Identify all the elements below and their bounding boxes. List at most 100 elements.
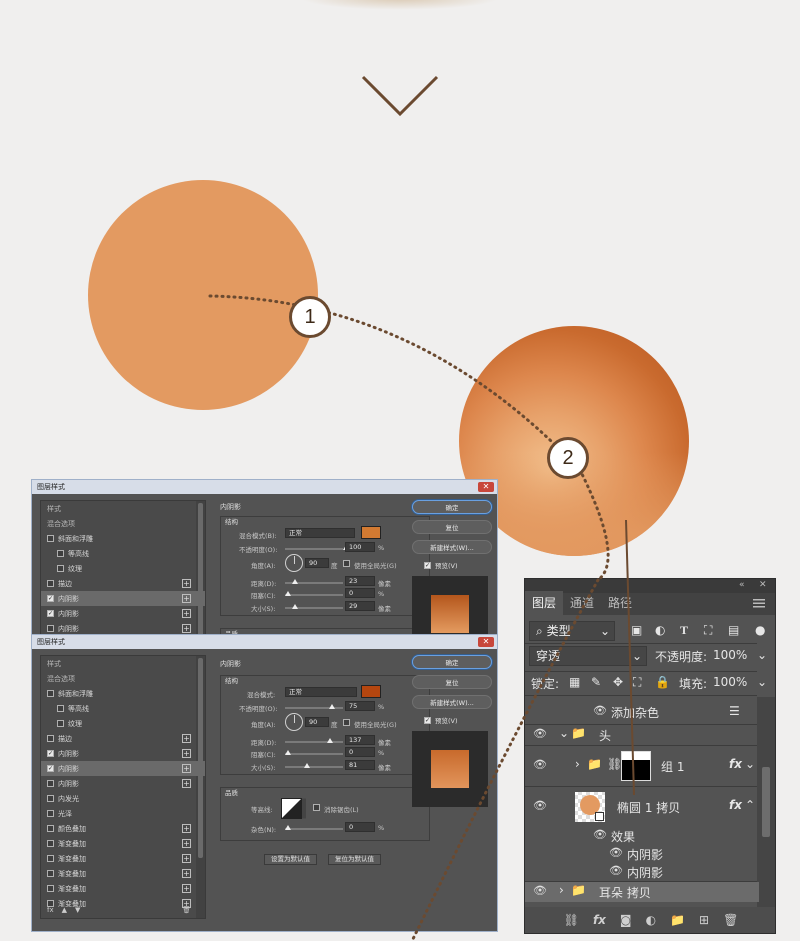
style-item[interactable]: 等高线 [41,546,205,561]
style-item[interactable]: 渐变叠加 + [41,851,205,866]
style-checkbox[interactable] [47,810,54,817]
style-item[interactable]: 斜面和浮雕 [41,686,205,701]
close-icon[interactable]: ✕ [478,482,494,492]
chevron-down-icon[interactable]: ⌄ [757,648,767,662]
ok-button[interactable]: 确定 [412,500,492,514]
mask-thumbnail[interactable] [621,751,651,781]
chevron-right-icon[interactable]: › [559,883,564,897]
layer-group-1[interactable]: 👁 › 📁 ⛓ 组 1 fx ⌄ [525,746,775,786]
style-checkbox[interactable] [47,690,54,697]
antialias-checkbox[interactable] [313,804,320,811]
tab-layers[interactable]: 图层 [525,591,564,615]
smart-object-filter-icon[interactable]: ▤ [728,623,739,637]
style-checkbox[interactable] [57,565,64,572]
new-layer-icon[interactable]: ⊞ [699,913,709,927]
text-filter-icon[interactable]: T [680,623,688,638]
eye-icon[interactable]: 👁 [533,758,547,771]
opacity-value[interactable]: 100 [345,542,375,552]
style-checkbox[interactable] [47,735,54,742]
eye-icon[interactable]: 👁 [533,884,547,897]
image-filter-icon[interactable]: ▣ [631,623,642,637]
angle-dial[interactable] [285,713,303,731]
size-slider[interactable] [285,604,343,609]
style-checkbox[interactable]: ✓ [47,595,54,602]
set-default-button[interactable]: 设置为默认值 [264,854,317,865]
lock-all-icon[interactable]: 🔒 [655,675,670,689]
link-layers-icon[interactable]: ⛓ [564,913,579,927]
trash-icon[interactable]: 🗑 [182,906,191,914]
filter-toggle[interactable]: ● [755,623,765,637]
shadow-color-swatch[interactable] [361,685,381,698]
move-up-icon[interactable]: ▲ [62,906,67,914]
lock-artboard-icon[interactable]: ⛶ [633,675,641,690]
layer-add-noise[interactable]: 👁 添加杂色 ☰ [525,702,775,724]
chevron-right-icon[interactable]: › [575,757,580,771]
close-icon[interactable]: ✕ [478,637,494,647]
tab-channels[interactable]: 通道 [563,594,601,615]
style-item[interactable]: 等高线 [41,701,205,716]
size-slider[interactable] [285,763,343,768]
style-checkbox[interactable] [57,720,64,727]
style-item[interactable]: 样式 [41,656,205,671]
contour-picker[interactable] [281,798,307,820]
reset-button[interactable]: 复位 [412,675,492,689]
style-item[interactable]: 渐变叠加 + [41,881,205,896]
preview-toggle[interactable]: ✓ 预览(V) [412,715,492,725]
move-down-icon[interactable]: ▼ [75,906,80,914]
reset-default-button[interactable]: 复位为默认值 [328,854,381,865]
style-checkbox[interactable]: ✓ [47,610,54,617]
tab-paths[interactable]: 路径 [601,594,639,615]
new-style-button[interactable]: 新建样式(W)... [412,695,492,709]
style-checkbox[interactable] [57,550,64,557]
style-checkbox[interactable] [47,885,54,892]
opacity-slider[interactable] [285,704,343,709]
new-group-icon[interactable]: 📁 [670,913,685,927]
add-effect-icon[interactable]: + [182,779,191,788]
add-effect-icon[interactable]: + [182,579,191,588]
add-effect-icon[interactable]: + [182,869,191,878]
style-item[interactable]: 斜面和浮雕 [41,531,205,546]
style-item[interactable]: 渐变叠加 + [41,866,205,881]
style-checkbox[interactable] [57,705,64,712]
style-item[interactable]: 描边 + [41,576,205,591]
style-item[interactable]: 渐变叠加 + [41,836,205,851]
blend-mode-select[interactable]: 穿透 ⌄ [529,646,647,666]
style-checkbox[interactable] [47,625,54,632]
blend-mode-select[interactable]: 正常 [285,687,357,697]
chevron-down-icon[interactable]: ⌄ [559,726,569,740]
style-checkbox[interactable] [47,580,54,587]
style-item[interactable]: ✓ 内阴影 + [41,606,205,621]
style-checkbox[interactable]: ✓ [47,765,54,772]
style-item[interactable]: 内阴影 + [41,776,205,791]
trash-icon[interactable]: 🗑 [723,913,738,927]
add-effect-icon[interactable]: + [182,764,191,773]
add-effect-icon[interactable]: + [182,749,191,758]
opacity-value[interactable]: 100% [713,648,747,662]
style-item[interactable]: 光泽 [41,806,205,821]
panel-menu-icon[interactable] [753,599,765,608]
blend-mode-select[interactable]: 正常 [285,528,355,538]
eye-icon[interactable]: 👁 [593,828,607,841]
eye-icon[interactable]: 👁 [533,799,547,812]
distance-value[interactable]: 23 [345,576,375,586]
fx-icon[interactable]: fx [47,906,54,914]
add-effect-icon[interactable]: + [182,839,191,848]
layer-thumbnail[interactable] [575,792,605,822]
eye-icon[interactable]: 👁 [593,704,607,717]
eye-icon[interactable]: 👁 [609,846,623,859]
new-adjustment-icon[interactable]: ◐ [646,913,656,927]
distance-slider[interactable] [285,579,343,584]
shadow-color-swatch[interactable] [361,526,381,539]
chevron-up-icon[interactable]: ⌃ [745,798,755,812]
opacity-value[interactable]: 75 [345,701,375,711]
add-effect-icon[interactable]: + [182,594,191,603]
style-item[interactable]: 混合选项 [41,671,205,686]
fx-icon[interactable]: fx [729,798,742,812]
size-value[interactable]: 81 [345,760,375,770]
add-effect-icon[interactable]: + [182,824,191,833]
add-effect-icon[interactable]: + [182,884,191,893]
layer-ellipse-copy[interactable]: 👁 椭圆 1 拷贝 fx ⌃ [525,787,775,827]
style-checkbox[interactable] [47,855,54,862]
style-item[interactable]: 纹理 [41,716,205,731]
chevron-down-icon[interactable]: ⌄ [745,757,755,771]
